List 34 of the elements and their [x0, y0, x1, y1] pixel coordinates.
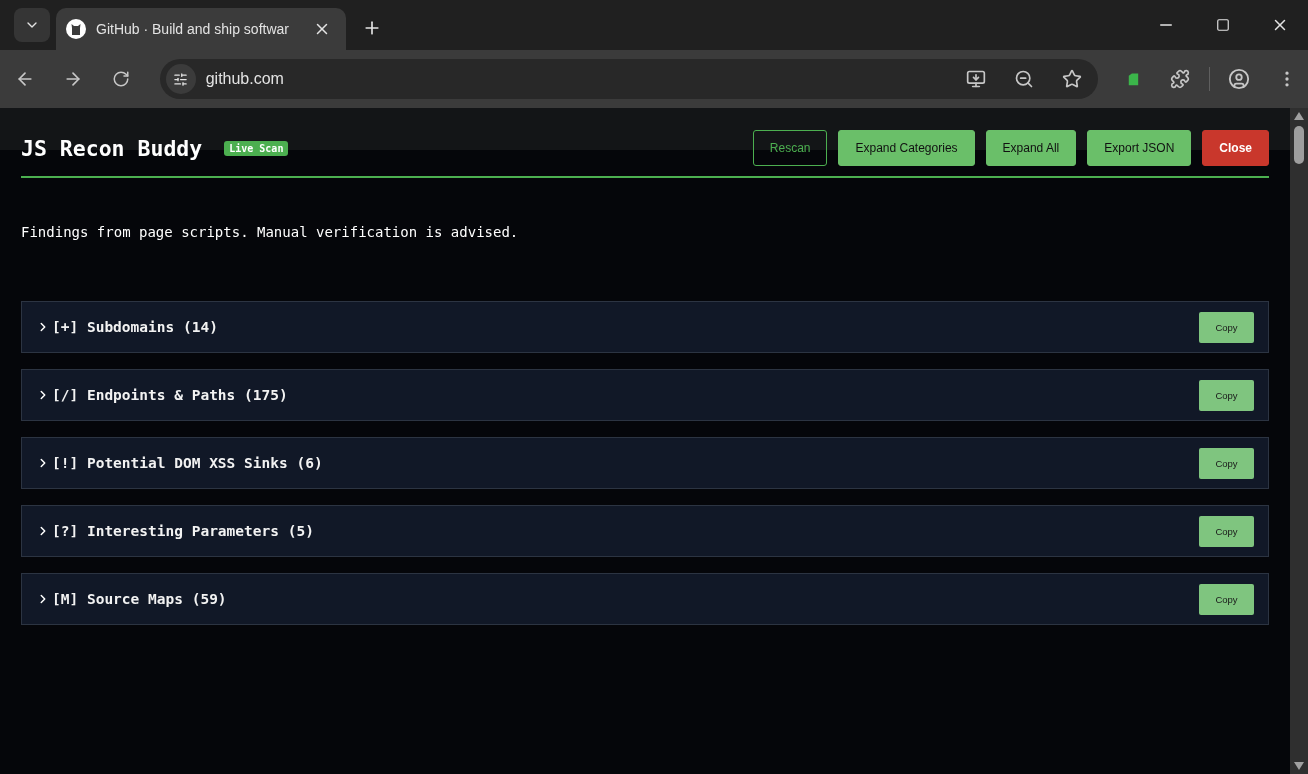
copy-button[interactable]: Copy: [1199, 583, 1254, 615]
close-button[interactable]: Close: [1202, 130, 1269, 166]
category-label: [!] Potential DOM XSS Sinks (6): [52, 455, 323, 471]
tab-title: GitHub · Build and ship softwar: [96, 21, 290, 37]
scroll-thumb[interactable]: [1294, 126, 1304, 164]
category-row[interactable]: [M] Source Maps (59) Copy: [21, 573, 1269, 625]
url-text: github.com: [205, 70, 285, 88]
tab-list-button[interactable]: [14, 8, 50, 42]
category-label: [M] Source Maps (59): [52, 591, 227, 607]
action-button[interactable]: Expand Categories: [838, 130, 975, 166]
category-row[interactable]: [!] Potential DOM XSS Sinks (6) Copy: [21, 437, 1269, 489]
action-button[interactable]: Expand All: [985, 130, 1077, 166]
copy-button[interactable]: Copy: [1199, 447, 1254, 479]
category-row[interactable]: [/] Endpoints & Paths (175) Copy: [21, 369, 1269, 421]
scrollbar[interactable]: [1290, 108, 1308, 774]
category-label: [+] Subdomains (14): [52, 319, 218, 335]
logo-icon: [66, 19, 86, 39]
scroll-up-icon[interactable]: [1294, 112, 1304, 120]
address-bar[interactable]: github.com: [159, 59, 1098, 99]
category-label: [/] Endpoints & Paths (175): [52, 387, 288, 403]
category-row[interactable]: [+] Subdomains (14) Copy: [21, 301, 1269, 353]
category-row[interactable]: [?] Interesting Parameters (5) Copy: [21, 505, 1269, 557]
action-button[interactable]: Rescan: [752, 130, 828, 166]
browser-tab[interactable]: GitHub · Build and ship softwar: [56, 8, 346, 50]
status-badge: Live Scan: [224, 140, 289, 156]
site-settings-icon[interactable]: [165, 64, 196, 94]
category-label: [?] Interesting Parameters (5): [52, 523, 314, 539]
action-button[interactable]: Export JSON: [1087, 130, 1192, 166]
copy-button[interactable]: Copy: [1199, 311, 1254, 343]
copy-button[interactable]: Copy: [1199, 515, 1254, 547]
panel-subtitle: Findings from page scripts. Manual verification is advised.: [21, 223, 520, 241]
panel-title: JS Recon Buddy: [21, 135, 203, 161]
scroll-down-icon[interactable]: [1294, 762, 1304, 770]
copy-button[interactable]: Copy: [1199, 379, 1254, 411]
